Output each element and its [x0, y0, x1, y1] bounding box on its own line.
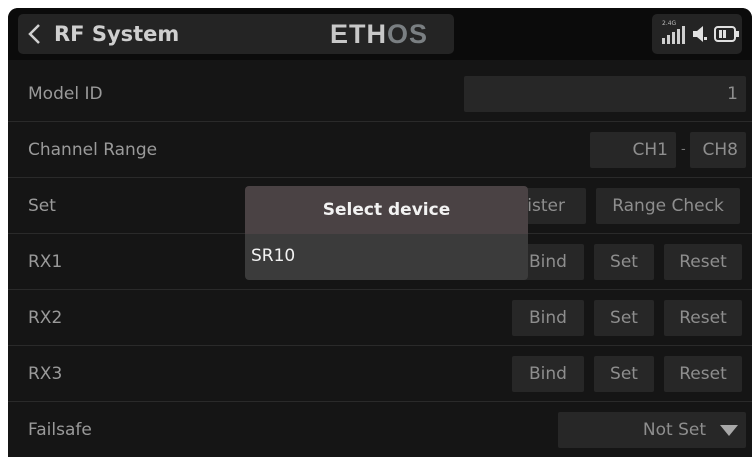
- rx1-reset-button[interactable]: Reset: [664, 244, 742, 280]
- header-bar: RF System ETHOS 2.4G: [8, 8, 752, 60]
- screen: RF System ETHOS 2.4G Model ID 1 Channel …: [8, 8, 752, 457]
- chevron-left-icon: [28, 24, 40, 44]
- row-rx2: RX2 Bind Set Reset: [8, 290, 752, 346]
- rx3-label: RX3: [28, 364, 63, 384]
- device-option-label: SR10: [251, 246, 296, 266]
- model-id-label: Model ID: [28, 84, 103, 104]
- row-channel-range: Channel Range CH1 - CH8: [8, 122, 752, 178]
- range-check-button[interactable]: Range Check: [596, 188, 740, 224]
- rx1-label: RX1: [28, 252, 63, 272]
- rx2-label: RX2: [28, 308, 63, 328]
- page-title: RF System: [54, 22, 180, 46]
- rx3-set-button[interactable]: Set: [594, 356, 654, 392]
- rx2-reset-button[interactable]: Reset: [664, 300, 742, 336]
- rx1-set-button[interactable]: Set: [594, 244, 654, 280]
- logo-accent: OS: [387, 19, 429, 49]
- dialog-title: Select device: [245, 186, 528, 234]
- device-option-item[interactable]: SR10: [245, 234, 528, 280]
- row-model-id: Model ID 1: [8, 66, 752, 122]
- set-label: Set: [28, 196, 56, 216]
- select-device-dialog: Select device SR10: [245, 186, 528, 280]
- failsafe-label: Failsafe: [28, 420, 92, 440]
- rx3-reset-button[interactable]: Reset: [664, 356, 742, 392]
- failsafe-value: Not Set: [642, 420, 706, 440]
- channel-range-start[interactable]: CH1: [590, 132, 676, 168]
- back-button[interactable]: [18, 14, 50, 54]
- ethos-logo: ETHOS: [330, 16, 428, 52]
- channel-range-separator: -: [681, 142, 686, 157]
- row-rx3: RX3 Bind Set Reset: [8, 346, 752, 402]
- speaker-icon: [693, 26, 707, 42]
- signal-strength-icon: [662, 26, 685, 44]
- rx2-set-button[interactable]: Set: [594, 300, 654, 336]
- rx3-bind-button[interactable]: Bind: [512, 356, 584, 392]
- channel-range-end[interactable]: CH8: [690, 132, 746, 168]
- battery-icon: [714, 26, 739, 42]
- failsafe-dropdown[interactable]: Not Set: [558, 412, 746, 448]
- caret-down-icon: [720, 425, 738, 436]
- row-failsafe: Failsafe Not Set: [8, 402, 752, 457]
- rx2-bind-button[interactable]: Bind: [512, 300, 584, 336]
- logo-main: ETH: [330, 19, 387, 49]
- channel-range-label: Channel Range: [28, 140, 158, 160]
- model-id-field[interactable]: 1: [464, 76, 746, 112]
